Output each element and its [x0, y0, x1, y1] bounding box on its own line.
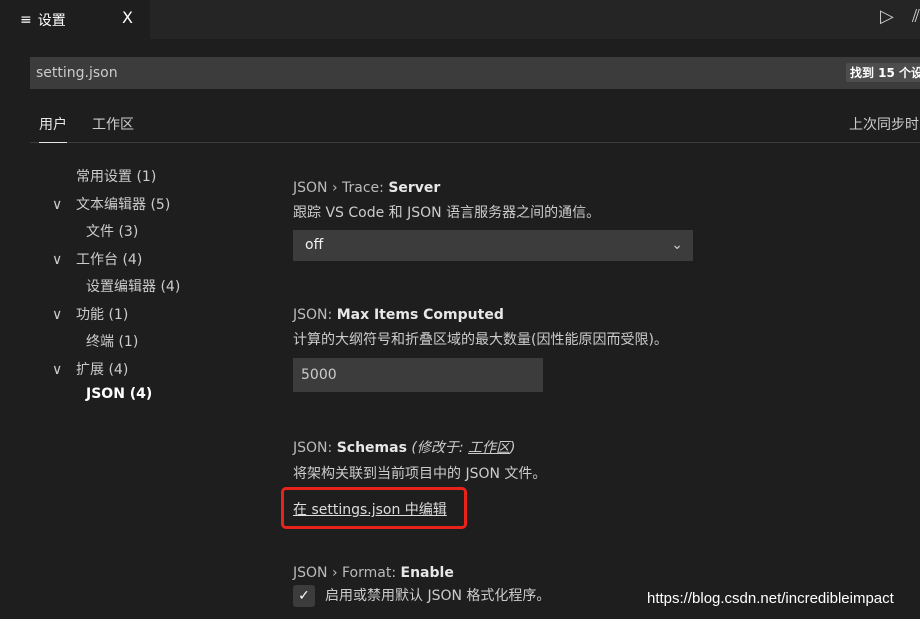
tab-user[interactable]: 用户	[39, 114, 67, 143]
toc-item[interactable]: ∨ 扩展 (4)	[52, 359, 180, 387]
toc-label: 扩展 (4)	[76, 361, 129, 378]
tab-label: 设置	[37, 12, 66, 29]
toc-item[interactable]: 文件 (3)	[52, 221, 180, 249]
tab-workspace[interactable]: 工作区	[92, 114, 134, 134]
setting-category: JSON:	[293, 440, 337, 456]
toc-item[interactable]: ∨ 功能 (1)	[52, 304, 180, 332]
toc-item[interactable]: JSON (4)	[52, 386, 180, 414]
setting-max-items: JSON: Max Items Computed 计算的大纲符号和折叠区域的最大…	[293, 307, 668, 392]
setting-trace-server: JSON › Trace: Server 跟踪 VS Code 和 JSON 语…	[293, 180, 693, 261]
toc-label: JSON (4)	[86, 386, 153, 402]
last-sync-label: 上次同步时	[849, 117, 919, 133]
modified-label: (修改于:	[411, 440, 468, 456]
select-value: off	[305, 237, 324, 253]
toc-label: 工作台 (4)	[76, 251, 143, 268]
modified-end: )	[510, 440, 516, 456]
toc-item[interactable]: ∨ 工作台 (4)	[52, 249, 180, 277]
edit-in-settings-json-link[interactable]: 在 settings.json 中编辑	[293, 499, 447, 519]
format-enable-checkbox[interactable]: ✓	[293, 585, 315, 607]
trace-server-select[interactable]: off ⌄	[293, 230, 693, 261]
toc-item[interactable]: 终端 (1)	[52, 331, 180, 359]
setting-category: JSON:	[293, 307, 337, 323]
setting-name: Max Items Computed	[336, 307, 504, 323]
toc-label: 功能 (1)	[76, 306, 129, 323]
setting-name: Schemas	[336, 440, 407, 456]
toc-label: 终端 (1)	[86, 334, 139, 350]
toc-item[interactable]: ∨ 文本编辑器 (5)	[52, 194, 180, 222]
chevron-down-icon[interactable]: ∨	[52, 197, 76, 213]
menu-lines-icon: ≡	[20, 11, 32, 28]
max-items-input[interactable]: 5000	[293, 358, 543, 392]
chevron-down-icon[interactable]: ∨	[52, 252, 76, 268]
setting-description: 启用或禁用默认 JSON 格式化程序。	[325, 588, 551, 604]
toc-label: 文本编辑器 (5)	[76, 196, 171, 213]
settings-toc: 常用设置 (1) ∨ 文本编辑器 (5) 文件 (3) ∨ 工作台 (4) 设置编辑器 (4…	[52, 166, 180, 414]
setting-name: Enable	[400, 565, 454, 581]
tab-bar: ≡ 设置 X ▷ ⫽	[0, 0, 920, 39]
chevron-down-icon: ⌄	[671, 237, 683, 253]
scope-tabs: 用户 工作区 上次同步时	[30, 110, 920, 143]
modified-workspace-link[interactable]: 工作区	[468, 440, 510, 456]
search-result-count: 找到 15 个设	[846, 63, 920, 82]
setting-category: JSON › Format:	[293, 565, 401, 581]
setting-description: 跟踪 VS Code 和 JSON 语言服务器之间的通信。	[293, 205, 601, 221]
chevron-down-icon[interactable]: ∨	[52, 362, 76, 378]
modified-indicator: (修改于: 工作区)	[411, 440, 515, 456]
toc-item[interactable]: 设置编辑器 (4)	[52, 276, 180, 304]
close-icon[interactable]: X	[122, 8, 133, 27]
toc-label: 文件 (3)	[86, 224, 139, 240]
setting-description: 计算的大纲符号和折叠区域的最大数量(因性能原因而受限)。	[293, 332, 668, 348]
toc-item[interactable]: 常用设置 (1)	[52, 166, 180, 194]
setting-format-enable: JSON › Format: Enable ✓ 启用或禁用默认 JSON 格式化程…	[293, 565, 550, 607]
setting-schemas: JSON: Schemas (修改于: 工作区) 将架构关联到当前项目中的 JS…	[293, 437, 546, 483]
toc-label: 常用设置 (1)	[76, 169, 157, 185]
setting-category: JSON › Trace:	[293, 180, 389, 196]
settings-search-input[interactable]: setting.json	[30, 57, 920, 89]
watermark: https://blog.csdn.net/incredibleimpact	[647, 590, 894, 607]
run-icon[interactable]: ▷	[880, 6, 894, 27]
toc-label: 设置编辑器 (4)	[86, 279, 181, 295]
chevron-down-icon[interactable]: ∨	[52, 307, 76, 323]
tab-settings[interactable]: ≡ 设置 X	[0, 0, 150, 39]
setting-name: Server	[388, 180, 441, 196]
setting-description: 将架构关联到当前项目中的 JSON 文件。	[293, 466, 547, 482]
split-editor-icon[interactable]: ⫽	[912, 6, 920, 27]
